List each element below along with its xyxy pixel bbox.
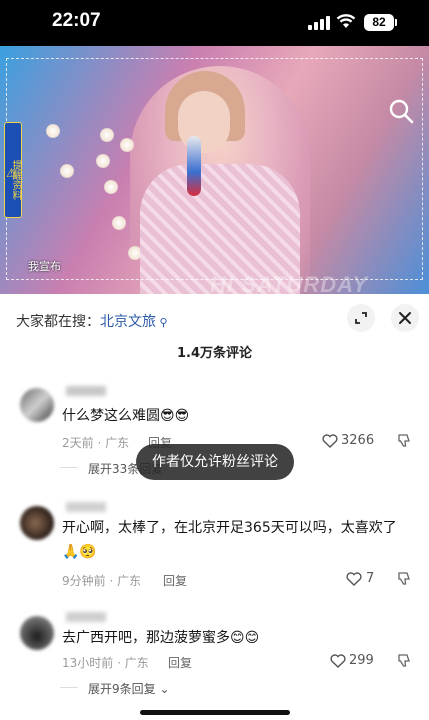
like-count: 3266 <box>341 433 375 448</box>
expand-icon <box>355 312 367 324</box>
comment-text: 什么梦这么难圆😎😎 <box>62 404 422 428</box>
chevron-down-icon: ⌄ <box>155 682 170 696</box>
dislike-icon[interactable] <box>397 654 411 668</box>
username[interactable] <box>66 502 106 512</box>
toast-message: 作者仅允许粉丝评论 <box>136 444 294 480</box>
expand-button[interactable] <box>347 304 375 332</box>
comment-text: 开心啊，太棒了，在北京开足365天可以吗，太喜欢了 🙏🥺 <box>62 516 422 564</box>
battery-tip <box>395 19 397 26</box>
username[interactable] <box>66 386 106 396</box>
comment-meta: 2天前 · 广东 <box>62 436 130 450</box>
avatar[interactable] <box>20 506 54 540</box>
emoji: 😎😎 <box>160 408 190 424</box>
warning-icon: ⚠ <box>6 166 17 180</box>
video-player[interactable]: 提醒资料 ⚠ 我宣布 HI SATURDAY <box>0 46 429 294</box>
close-icon <box>399 312 411 324</box>
comment-sheet: 大家都在搜：北京文旅 ⚲ 1.4万条评论 什么梦这么难圆😎😎 2天前 · 广东 … <box>0 294 429 720</box>
search-icon[interactable] <box>388 98 414 124</box>
username[interactable] <box>66 612 106 622</box>
heart-outline-icon[interactable] <box>330 654 346 668</box>
heart-outline-icon[interactable] <box>346 572 362 586</box>
hot-search-bar[interactable]: 大家都在搜：北京文旅 ⚲ <box>16 311 168 331</box>
cellular-signal-icon <box>308 16 330 30</box>
expand-replies-button[interactable]: 展开9条回复 ⌄ <box>60 680 170 697</box>
heart-outline-icon[interactable] <box>322 434 338 448</box>
search-small-icon: ⚲ <box>156 316 168 329</box>
dislike-icon[interactable] <box>397 434 411 448</box>
comment-count: 1.4万条评论 <box>176 346 253 361</box>
comment-text: 去广西开吧，那边菠萝蜜多😊😊 <box>62 626 422 650</box>
emoji: 🙏🥺 <box>62 544 97 560</box>
home-indicator <box>140 710 290 715</box>
like-count: 7 <box>366 571 375 586</box>
like-count: 299 <box>349 653 374 668</box>
reply-button[interactable]: 回复 <box>163 572 187 589</box>
show-watermark: HI SATURDAY <box>210 272 369 294</box>
dislike-icon[interactable] <box>397 572 411 586</box>
comment-meta: 9分钟前 · 广东 <box>62 574 142 588</box>
battery-level: 82 <box>364 14 394 31</box>
close-button[interactable] <box>391 304 419 332</box>
status-time: 22:07 <box>52 10 101 31</box>
wifi-icon <box>336 14 356 28</box>
reply-button[interactable]: 回复 <box>168 654 192 671</box>
video-frame <box>6 58 423 280</box>
hot-search-keyword[interactable]: 北京文旅 <box>100 314 156 330</box>
status-bar: 22:07 82 <box>0 0 429 46</box>
hot-search-prefix: 大家都在搜： <box>16 314 100 330</box>
avatar[interactable] <box>20 616 54 650</box>
emoji: 😊😊 <box>230 630 260 646</box>
video-caption: 我宣布 <box>28 260 61 273</box>
avatar[interactable] <box>20 388 54 422</box>
comment-meta: 13小时前 · 广东 <box>62 656 149 670</box>
